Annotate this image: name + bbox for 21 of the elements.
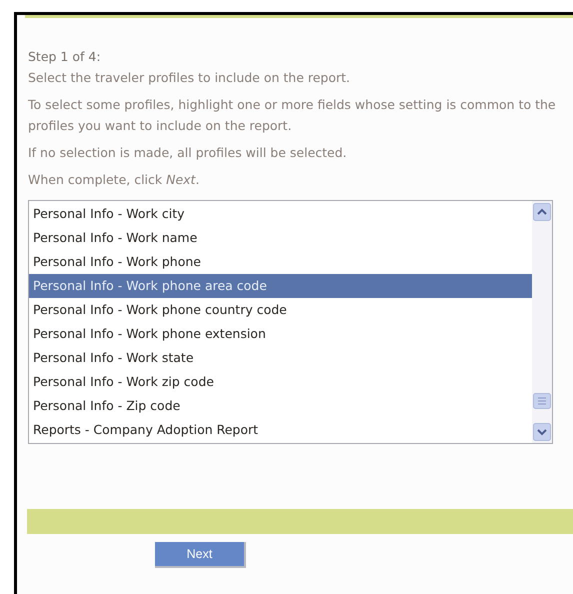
next-button[interactable]: Next	[155, 542, 246, 568]
instruction-text: If no selection is made, all profiles will be selected.	[28, 144, 348, 162]
list-item[interactable]: Personal Info - Zip code	[29, 394, 532, 418]
step-heading: Step 1 of 4:	[28, 48, 102, 66]
instruction-text: To select some profiles, highlight one or more fields whose setting is common to the profiles you want to include on the report.	[28, 96, 557, 135]
list-item[interactable]: Personal Info - Work city	[29, 202, 532, 226]
list-item[interactable]: Personal Info - Work state	[29, 346, 532, 370]
list-item[interactable]: Personal Info - Work phone extension	[29, 322, 532, 346]
scrollbar[interactable]	[532, 201, 552, 443]
list-item[interactable]: Personal Info - Work phone country code	[29, 298, 532, 322]
list-item[interactable]: Personal Info - Work phone	[29, 250, 532, 274]
list-item[interactable]: Personal Info - Work name	[29, 226, 532, 250]
scroll-up-icon[interactable]	[533, 203, 551, 221]
scroll-thumb-icon[interactable]	[533, 393, 551, 409]
list-item[interactable]: Personal Info - Work phone area code	[29, 274, 532, 298]
list-item[interactable]: Personal Info - Work zip code	[29, 370, 532, 394]
scroll-down-icon[interactable]	[533, 423, 551, 441]
list-item[interactable]: Reports - Company Adoption Report	[29, 418, 532, 442]
instruction-text: When complete, click Next.	[28, 171, 200, 189]
instruction-text: Select the traveler profiles to include on the report.	[28, 69, 352, 87]
field-list[interactable]	[28, 200, 553, 444]
